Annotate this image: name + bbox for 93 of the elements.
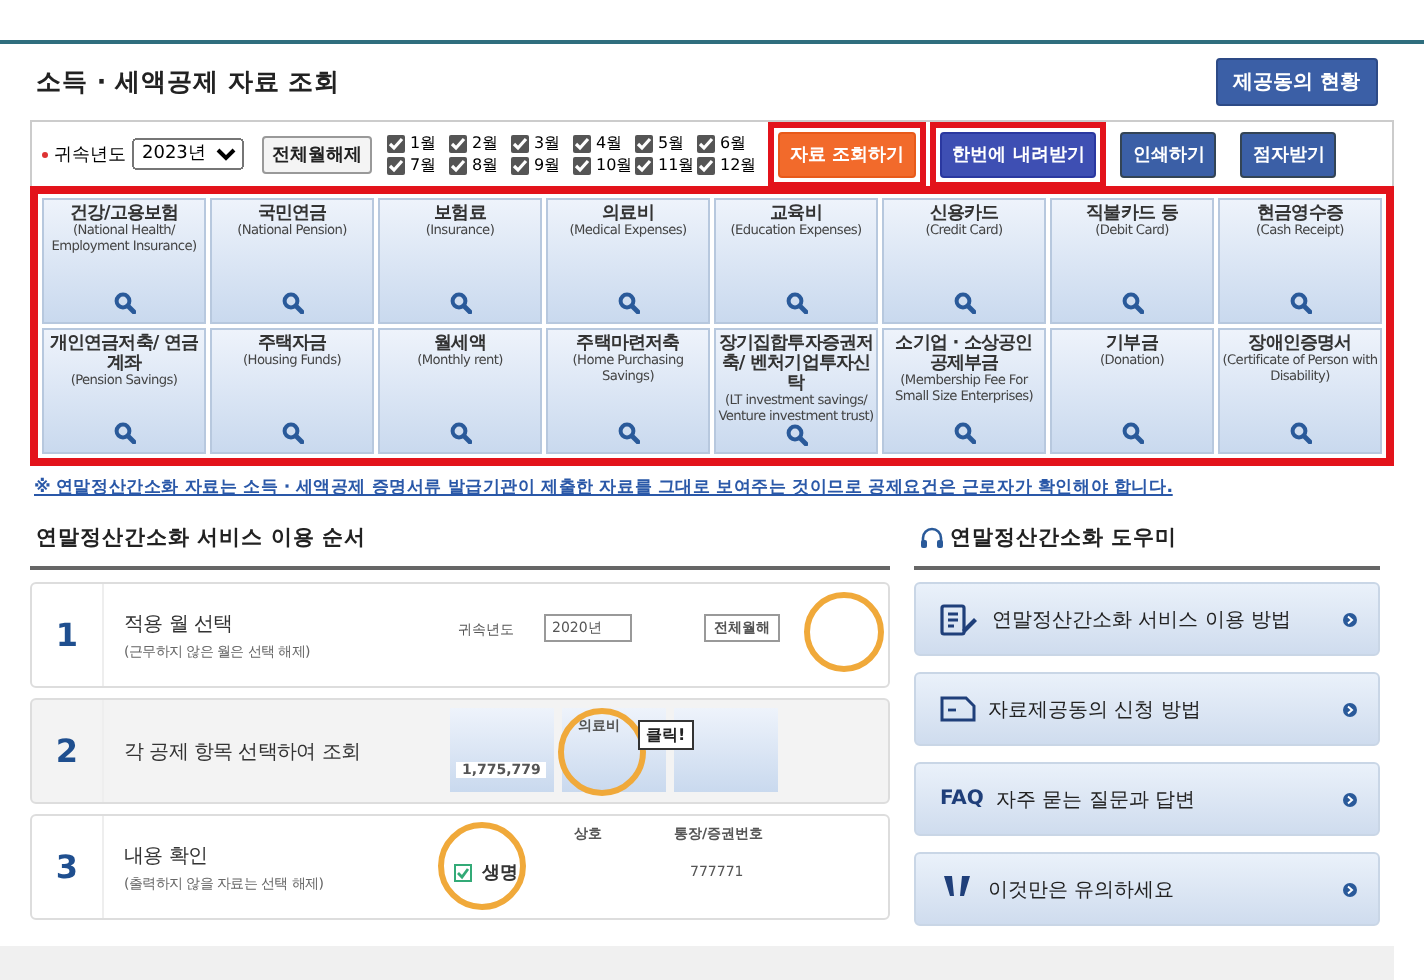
action-button[interactable]: 인쇄하기 [1120,131,1217,177]
search-icon [449,292,471,314]
help-link-card[interactable]: FAQ 자주 묻는 질문과 답변 [914,762,1380,836]
tile-title: 개인연금저축/ 연금계좌 [47,334,201,374]
search-icon [1289,292,1311,314]
arrow-icon [1342,701,1358,717]
step-title: 각 공제 항목 선택하여 조회 [124,739,363,765]
year-select[interactable]: 2023년 [132,138,244,170]
search-icon [113,422,135,444]
step-number: 2 [32,700,104,802]
tile-title: 현금영수증 [1256,204,1343,224]
download-all-button[interactable]: 한번에 내려받기 [940,131,1097,177]
month-label: 11월 [658,155,695,175]
consent-status-button[interactable]: 제공동의 현황 [1215,58,1378,106]
tile-title: 교육비 [770,204,822,224]
tile-title: 장기집합투자증권저축/ 벤처기업투자신탁 [716,334,876,394]
month-label: 5월 [658,133,685,153]
month-label: 2월 [472,133,499,153]
search-icon [785,424,807,447]
highlight-ring [438,822,526,910]
section-title: 연말정산간소화 서비스 이용 순서 [36,524,368,552]
tile-title: 의료비 [602,204,654,224]
checkbox[interactable] [634,155,654,175]
year-label: 귀속년도 [54,143,126,167]
step-title: 내용 확인 [124,843,210,869]
headset-icon [920,526,944,550]
checkbox[interactable] [572,155,592,175]
checkbox[interactable] [572,133,592,153]
month-label: 12월 [720,155,757,175]
checkbox[interactable] [696,133,716,153]
table-cell-text: 생명 [482,862,518,886]
search-icon [449,422,471,444]
checkbox[interactable] [510,133,530,153]
step-number: 3 [32,816,104,918]
tile-title: 장애인증명서 [1248,334,1352,354]
month-label: 7월 [410,155,437,175]
document-icon [940,696,976,722]
section-title: 연말정산간소화 도우미 [950,524,1178,552]
search-icon [113,292,135,314]
help-link-card[interactable]: 연말정산간소화 서비스 이용 방법 [914,582,1380,656]
tile-title: 건강/고용보험 [69,204,179,224]
search-icon [1121,292,1143,314]
help-link-label: 자주 묻는 질문과 답변 [995,787,1197,813]
search-icon [785,292,807,314]
tile-title: 소기업 · 소상공인 공제부금 [893,334,1035,374]
search-icon [1289,422,1311,444]
search-icon [953,292,975,314]
checkbox[interactable] [510,155,530,175]
tile-title: 국민연금 [257,204,327,224]
search-icon [281,292,303,314]
month-label: 1월 [410,133,437,153]
help-link-label: 자료제공동의 신청 방법 [988,697,1203,723]
help-link-card[interactable]: 이것만은 유의하세요 [914,852,1380,926]
help-link-label: 이것만은 유의하세요 [988,877,1177,903]
help-link-card[interactable]: 자료제공동의 신청 방법 [914,672,1380,746]
checkbox[interactable] [386,133,406,153]
tile-title: 보험료 [434,204,486,224]
callout-label: 클릭! [638,720,694,750]
arrow-icon [1342,611,1358,627]
search-icon [953,422,975,444]
month-label: 6월 [720,133,747,153]
step-title: 적용 월 선택 [124,611,235,637]
checkbox[interactable] [448,155,468,175]
month-label: 10월 [596,155,633,175]
search-icon [281,422,303,444]
search-icon [1121,422,1143,444]
arrow-icon [1342,881,1358,897]
faq-label: FAQ [940,788,984,810]
step-number: 1 [32,584,104,686]
tile-title: 주택자금 [257,334,327,354]
checkbox[interactable] [448,133,468,153]
search-icon [617,292,639,314]
help-link-label: 연말정산간소화 서비스 이용 방법 [992,607,1294,633]
checkbox[interactable] [696,155,716,175]
tile-title: 기부금 [1106,334,1158,354]
month-label: 9월 [534,155,561,175]
tile-title: 주택마련저축 [576,334,680,354]
month-label: 4월 [596,133,623,153]
notice-link[interactable]: ※ 연말정산간소화 자료는 소득 · 세액공제 증명서류 발급기관이 제출한 자료를 그대로 보여주는 것이므로 공제요건은 근로자가 확인해야 합니다. [34,476,1394,500]
month-label: 3월 [534,133,561,153]
highlight-ring [804,592,884,672]
clear-months-button[interactable]: 전체월해제 [262,135,372,173]
action-button[interactable]: 점자받기 [1240,131,1337,177]
checkbox[interactable] [386,155,406,175]
search-icon [617,422,639,444]
arrow-icon [1342,791,1358,807]
tile-title: 직불카드 등 [1086,204,1178,224]
tile-title: 월세액 [434,334,486,354]
checkbox[interactable] [634,133,654,153]
month-label: 8월 [472,155,499,175]
page-title: 소득 · 세액공제 자료 조회 [36,65,341,99]
document-pen-icon [940,603,980,635]
tile-title: 신용카드 [929,204,999,224]
